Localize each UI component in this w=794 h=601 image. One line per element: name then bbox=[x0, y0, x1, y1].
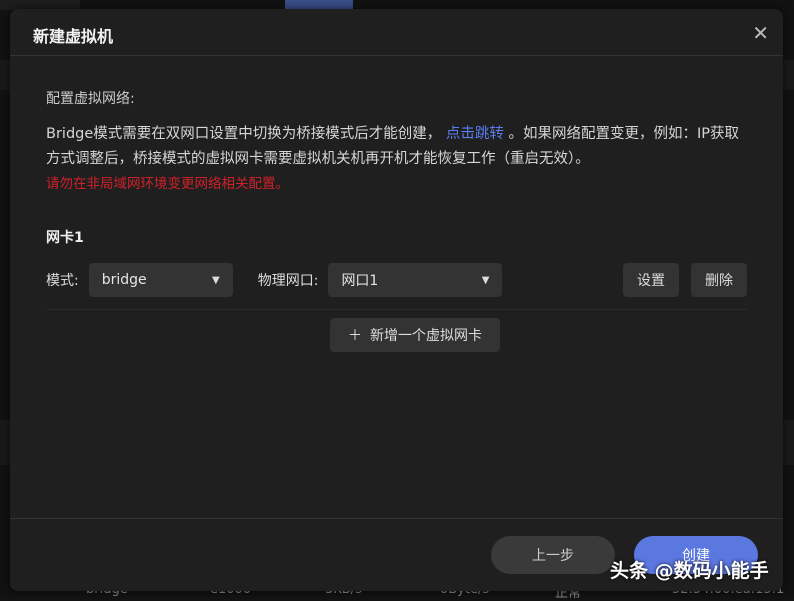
delete-button[interactable]: 删除 bbox=[691, 263, 747, 297]
port-select[interactable]: 网口1 ▼ bbox=[328, 263, 502, 297]
add-nic-button[interactable]: ＋ 新增一个虚拟网卡 bbox=[330, 318, 500, 352]
port-label: 物理网口: bbox=[258, 270, 319, 290]
port-value: 网口1 bbox=[341, 270, 378, 290]
settings-button[interactable]: 设置 bbox=[623, 263, 679, 297]
dialog-header: 新建虚拟机 ✕ bbox=[10, 9, 783, 56]
add-nic-label: 新增一个虚拟网卡 bbox=[370, 325, 482, 345]
warning-text: 请勿在非局域网环境变更网络相关配置。 bbox=[46, 176, 289, 192]
desc-text: Bridge模式需要在双网口设置中切换为桥接模式后才能创建， bbox=[46, 126, 441, 142]
plus-icon: ＋ bbox=[348, 325, 362, 345]
mode-select[interactable]: bridge ▼ bbox=[89, 263, 233, 297]
caret-down-icon: ▼ bbox=[482, 275, 490, 286]
nic-row: 模式: bridge ▼ 物理网口: 网口1 ▼ 设置 删除 bbox=[46, 263, 747, 297]
watermark: 头条 @数码小能手 bbox=[610, 556, 769, 583]
jump-link[interactable]: 点击跳转 bbox=[446, 126, 504, 142]
mode-value: bridge bbox=[102, 272, 147, 288]
mode-label: 模式: bbox=[46, 270, 79, 290]
description: Bridge模式需要在双网口设置中切换为桥接模式后才能创建， 点击跳转 。如果网… bbox=[46, 122, 747, 197]
caret-down-icon: ▼ bbox=[212, 275, 220, 286]
close-icon[interactable]: ✕ bbox=[752, 23, 769, 43]
footer-divider bbox=[10, 518, 783, 519]
new-vm-dialog: 新建虚拟机 ✕ 配置虚拟网络: Bridge模式需要在双网口设置中切换为桥接模式… bbox=[10, 9, 783, 591]
dialog-title: 新建虚拟机 bbox=[33, 23, 113, 47]
section-label: 配置虚拟网络: bbox=[46, 88, 747, 108]
prev-step-button[interactable]: 上一步 bbox=[491, 536, 615, 574]
nic-title: 网卡1 bbox=[46, 227, 747, 247]
divider bbox=[46, 309, 747, 310]
